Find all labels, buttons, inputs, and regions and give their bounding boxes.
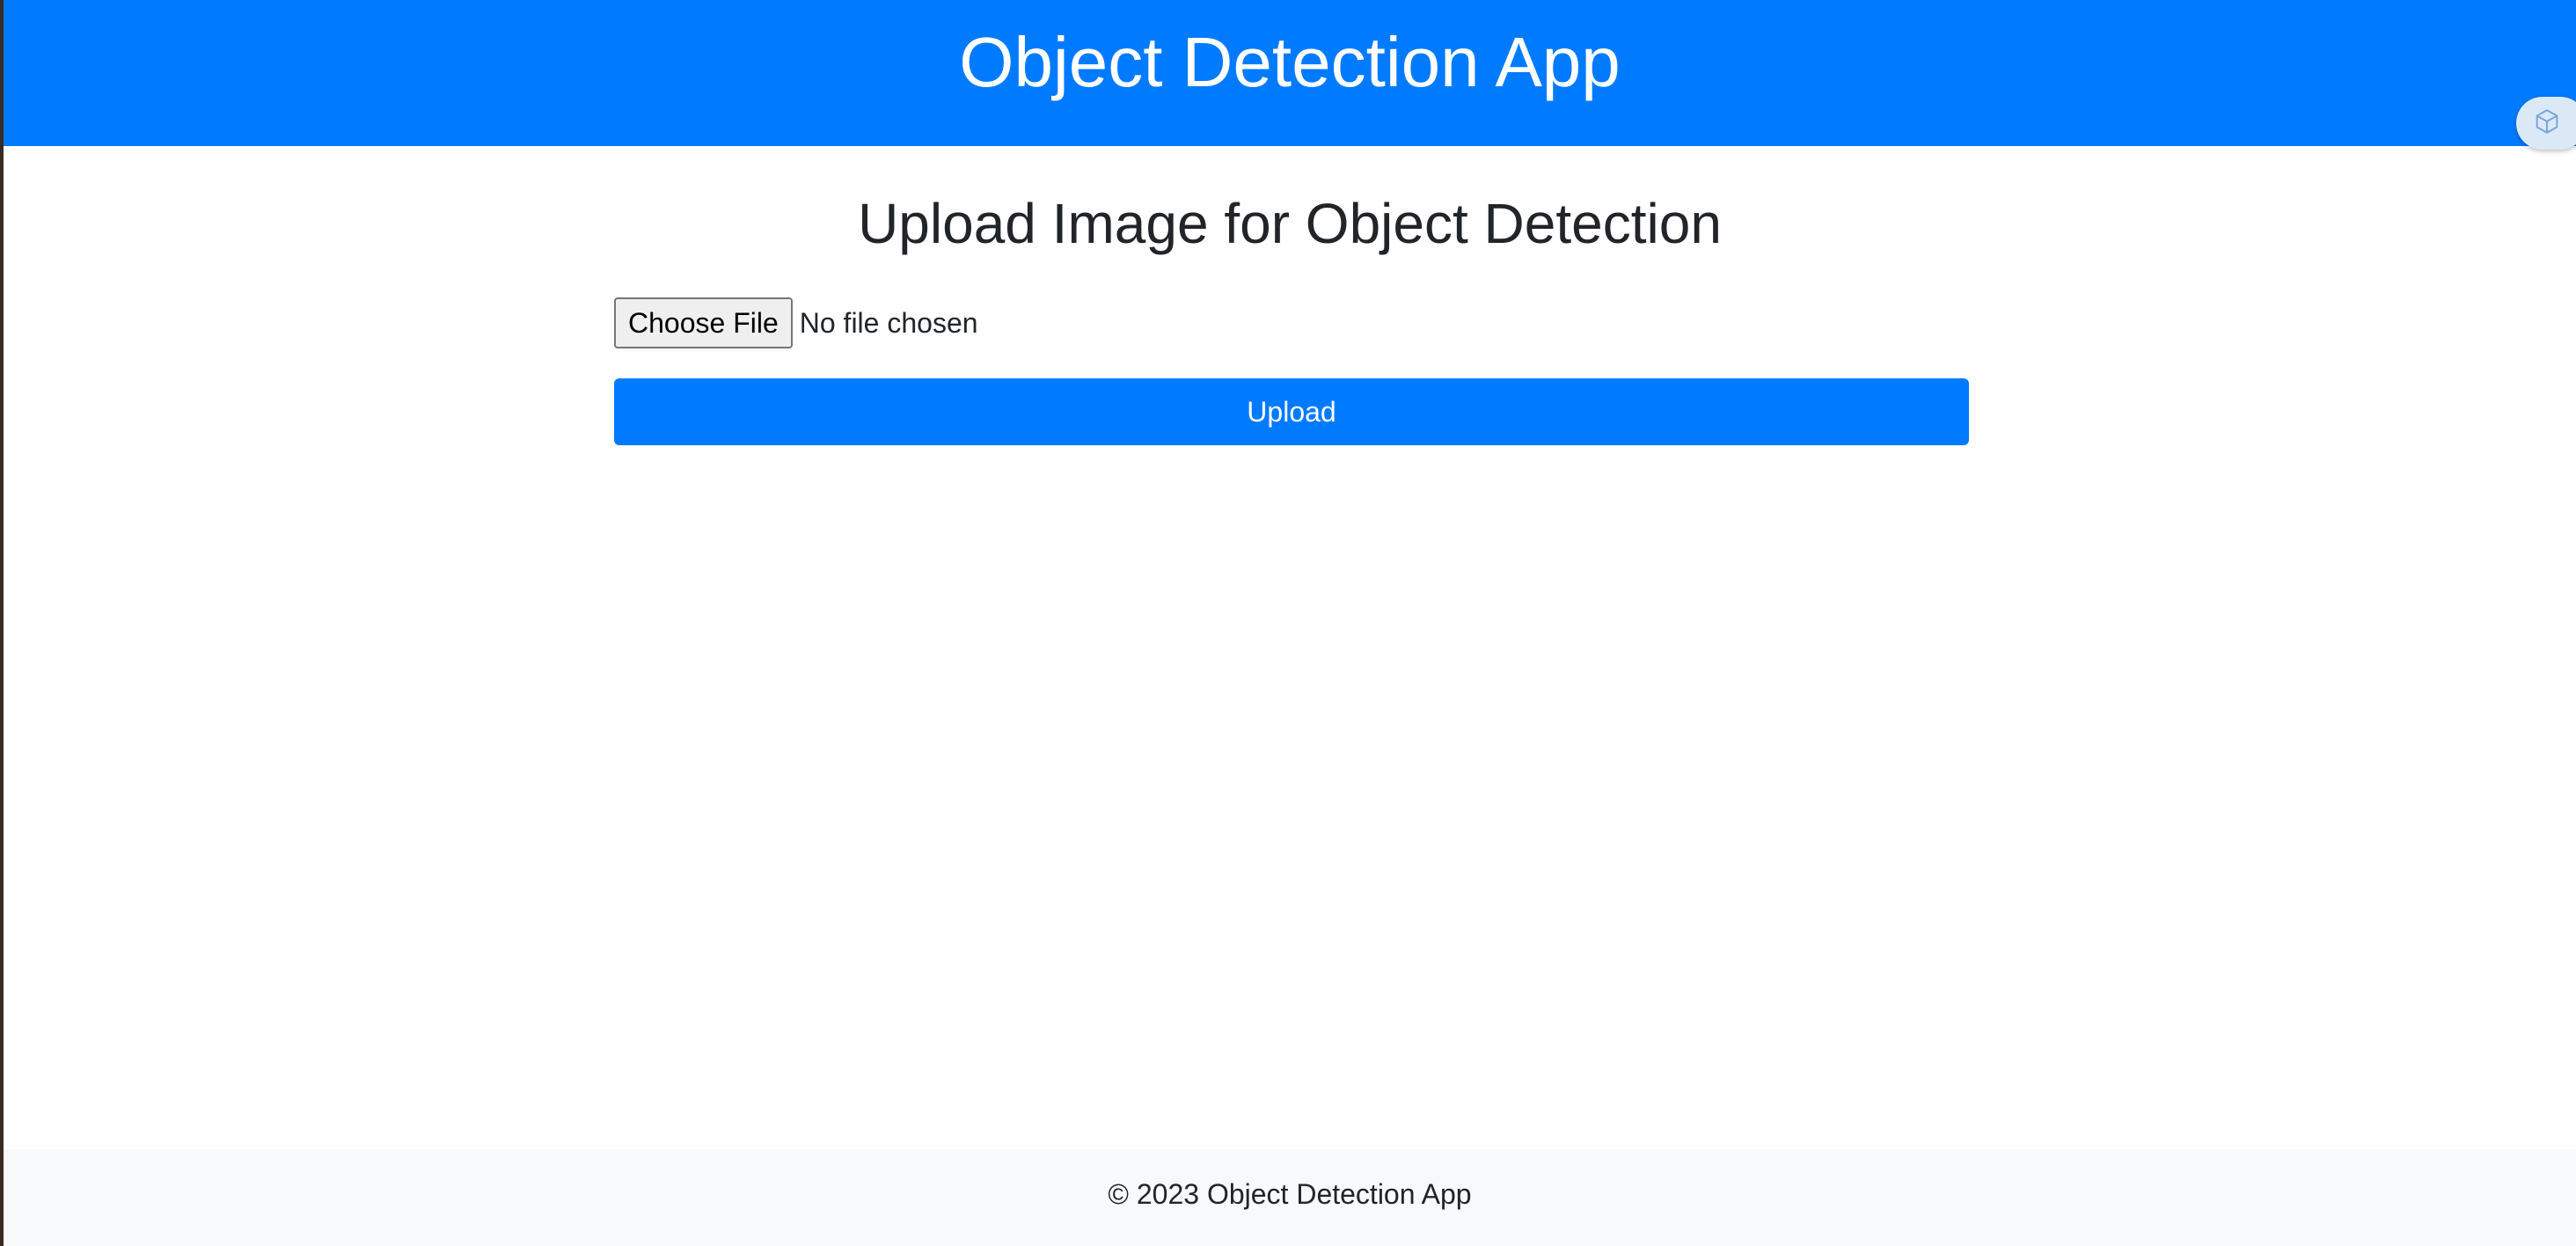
extension-widget[interactable] — [2516, 97, 2576, 150]
choose-file-button[interactable]: Choose File — [614, 297, 793, 348]
main-content: Upload Image for Object Detection Choose… — [4, 146, 2576, 1149]
page: Object Detection App Upload Image for Ob… — [0, 0, 2576, 1246]
page-heading: Upload Image for Object Detection — [858, 192, 1722, 255]
upload-button[interactable]: Upload — [614, 378, 1969, 445]
file-status-text: No file chosen — [799, 306, 978, 339]
footer: © 2023 Object Detection App — [4, 1149, 2576, 1246]
app-title: Object Detection App — [959, 23, 1621, 101]
app-header: Object Detection App — [4, 0, 2576, 146]
extension-cube-icon — [2532, 106, 2562, 141]
file-input[interactable]: Choose File No file chosen — [614, 297, 978, 348]
footer-copyright: © 2023 Object Detection App — [1108, 1177, 1472, 1210]
